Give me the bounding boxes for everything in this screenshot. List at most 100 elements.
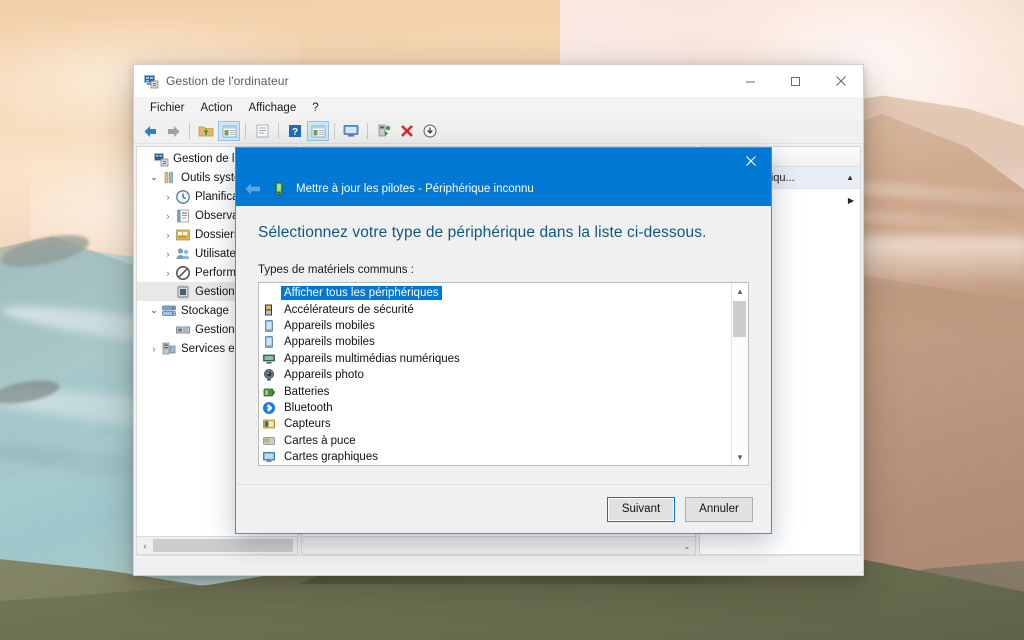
help-icon[interactable]: ? — [284, 121, 306, 141]
scrollbar-thumb[interactable] — [153, 539, 293, 552]
list-item-label: Accélérateurs de sécurité — [281, 303, 417, 317]
no-icon — [262, 286, 276, 300]
list-item-label: Cartes à puce — [281, 434, 359, 448]
update-driver-wizard-dialog: Mettre à jour les pilotes - Périphérique… — [235, 147, 772, 534]
storage-icon — [161, 303, 177, 319]
list-item-label: Bluetooth — [281, 401, 336, 415]
menu-bar: Fichier Action Affichage ? — [134, 97, 863, 119]
chevron-right-icon[interactable]: › — [147, 339, 161, 358]
menu-help[interactable]: ? — [304, 100, 326, 116]
chevron-down-icon[interactable]: ⌄ — [147, 301, 161, 320]
cancel-button[interactable]: Annuler — [685, 497, 753, 522]
users-icon — [175, 246, 191, 262]
list-view-icon[interactable] — [307, 121, 329, 141]
list-vertical-scrollbar[interactable]: ▲ ▼ — [731, 283, 748, 465]
list-item[interactable]: Appareils photo — [259, 367, 731, 383]
next-button[interactable]: Suivant — [607, 497, 675, 522]
list-item-label: Batteries — [281, 385, 332, 399]
wizard-header-nav: Mettre à jour les pilotes - Périphérique… — [236, 172, 771, 206]
eventlog-icon — [175, 208, 191, 224]
bluetooth-icon — [262, 401, 276, 415]
list-item-label: Appareils mobiles — [281, 319, 378, 333]
tree-horizontal-scrollbar[interactable]: ‹ › — [137, 536, 297, 554]
display-adapter-icon — [262, 450, 276, 464]
scroll-down-icon[interactable]: ▼ — [732, 449, 748, 465]
show-hide-tree-icon[interactable] — [218, 121, 240, 141]
menu-fichier[interactable]: Fichier — [142, 100, 193, 116]
list-item[interactable]: Capteurs — [259, 416, 731, 432]
computer-icon — [153, 151, 169, 167]
sensor-icon — [262, 417, 276, 431]
toolbar-separator — [245, 123, 246, 139]
chevron-right-icon[interactable]: › — [161, 263, 175, 282]
wizard-heading: Sélectionnez votre type de périphérique … — [258, 224, 749, 242]
chevron-down-icon[interactable]: ⌄ — [147, 168, 161, 187]
wizard-body-spacer — [258, 466, 749, 484]
svg-text:?: ? — [292, 127, 298, 138]
console-icon[interactable] — [340, 121, 362, 141]
chevron-right-icon[interactable]: › — [161, 187, 175, 206]
wizard-close-button[interactable] — [733, 150, 769, 172]
window-controls — [728, 65, 863, 97]
list-item[interactable]: Cartes à puce — [259, 433, 731, 449]
scroll-left-icon[interactable]: ‹ — [137, 538, 153, 553]
scrollbar-thumb[interactable] — [733, 301, 746, 337]
chevron-none — [161, 282, 175, 301]
up-folder-icon[interactable] — [195, 121, 217, 141]
list-item-label: Cartes graphiques — [281, 450, 381, 464]
chevron-right-icon[interactable]: › — [161, 225, 175, 244]
close-button[interactable] — [818, 65, 863, 97]
status-bar — [134, 555, 863, 575]
toolbar-separator — [189, 123, 190, 139]
list-item[interactable]: Appareils mobiles — [259, 334, 731, 350]
chevron-right-icon[interactable]: ▶ — [848, 196, 854, 205]
shared-folders-icon — [175, 227, 191, 243]
menu-action[interactable]: Action — [193, 100, 241, 116]
uninstall-device-icon[interactable] — [396, 121, 418, 141]
forward-arrow-icon[interactable] — [162, 121, 184, 141]
minimize-button[interactable] — [728, 65, 773, 97]
device-icon — [271, 181, 287, 197]
chevron-right-icon[interactable]: › — [161, 206, 175, 225]
menu-affichage[interactable]: Affichage — [240, 100, 304, 116]
list-item-label: Afficher tous les périphériques — [281, 286, 442, 300]
list-item[interactable]: Cartes graphiques — [259, 449, 731, 465]
back-arrow-icon[interactable] — [139, 121, 161, 141]
properties-icon[interactable] — [251, 121, 273, 141]
scan-hardware-icon[interactable] — [373, 121, 395, 141]
wizard-header: Mettre à jour les pilotes - Périphérique… — [236, 148, 771, 206]
maximize-button[interactable] — [773, 65, 818, 97]
list-item-label: Appareils mobiles — [281, 335, 378, 349]
hardware-type-list: Afficher tous les périphériques Accéléra… — [259, 283, 731, 465]
back-arrow-icon[interactable] — [236, 172, 270, 206]
collapse-icon[interactable]: ▲ — [846, 173, 854, 182]
list-item[interactable]: Appareils mobiles — [259, 318, 731, 334]
list-item[interactable]: Bluetooth — [259, 400, 731, 416]
disk-management-icon — [175, 322, 191, 338]
sidebar-label: Stockage — [181, 305, 229, 317]
wizard-footer: Suivant Annuler — [236, 484, 771, 533]
smartcard-icon — [262, 434, 276, 448]
update-driver-icon[interactable] — [419, 121, 441, 141]
list-item[interactable]: Appareils multimédias numériques — [259, 351, 731, 367]
window-titlebar: Gestion de l'ordinateur — [134, 65, 863, 97]
clock-icon — [175, 189, 191, 205]
scrollbar-track[interactable] — [732, 299, 748, 449]
computer-management-icon — [143, 73, 159, 89]
scrollbar-track[interactable] — [153, 538, 281, 553]
list-item[interactable]: Afficher tous les périphériques — [259, 285, 731, 301]
toolbar-separator — [334, 123, 335, 139]
camera-icon — [262, 368, 276, 382]
toolbar-separator — [367, 123, 368, 139]
digital-media-icon — [262, 352, 276, 366]
tree-root-spacer — [139, 149, 153, 168]
chevron-right-icon[interactable]: › — [161, 244, 175, 263]
scroll-up-icon[interactable]: ▲ — [732, 283, 748, 299]
hardware-type-listbox[interactable]: Afficher tous les périphériques Accéléra… — [258, 282, 749, 466]
list-label: Types de matériels communs : — [258, 264, 749, 276]
list-item[interactable]: Accélérateurs de sécurité — [259, 301, 731, 317]
scroll-down-icon[interactable]: ⌄ — [679, 539, 695, 554]
list-item-label: Appareils multimédias numériques — [281, 352, 463, 366]
wizard-title: Mettre à jour les pilotes - Périphérique… — [296, 183, 534, 195]
list-item[interactable]: Batteries — [259, 383, 731, 399]
